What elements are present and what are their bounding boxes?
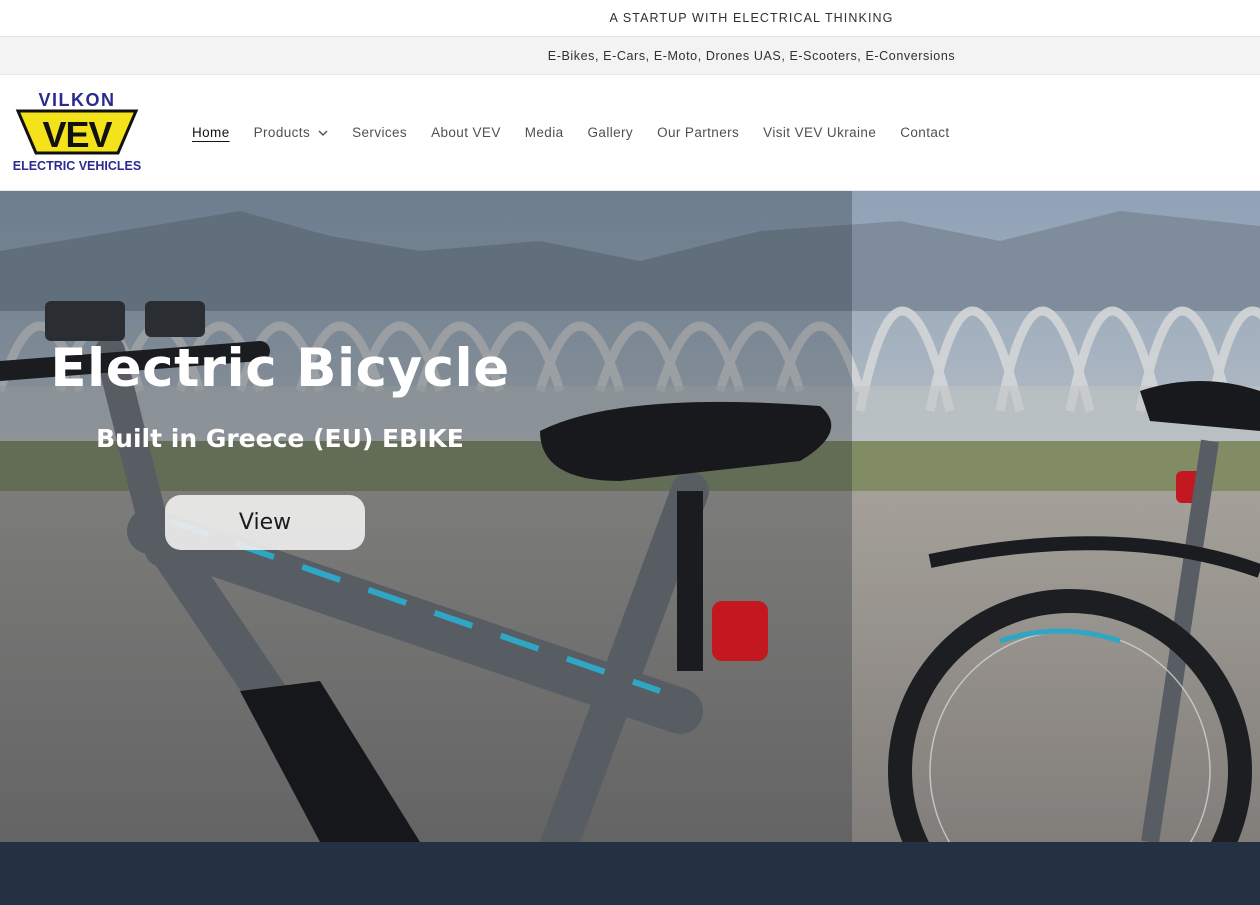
chevron-down-icon	[318, 130, 328, 136]
logo-badge-text: VEV	[42, 114, 112, 155]
vilkon-logo-graphic: VILKON VEV ELECTRIC VEHICLES	[13, 90, 142, 173]
hero-subtitle: Built in Greece (EU) EBIKE	[96, 424, 464, 453]
nav-label-about-vev: About VEV	[431, 125, 501, 140]
site-header: VILKON VEV ELECTRIC VEHICLES Home Produc…	[0, 75, 1260, 191]
nav-item-gallery[interactable]: Gallery	[576, 125, 646, 140]
nav-item-our-partners[interactable]: Our Partners	[645, 125, 751, 140]
nav-item-about-vev[interactable]: About VEV	[419, 125, 513, 140]
nav-label-visit-vev-ukraine: Visit VEV Ukraine	[763, 125, 877, 140]
hero-title: Electric Bicycle	[50, 338, 510, 399]
nav-label-contact: Contact	[900, 125, 950, 140]
announcement-tagline: A STARTUP WITH ELECTRICAL THINKING	[609, 11, 894, 25]
hero-view-button[interactable]: View	[165, 495, 365, 550]
site-logo[interactable]: VILKON VEV ELECTRIC VEHICLES	[12, 90, 142, 175]
nav-item-home[interactable]: Home	[180, 125, 242, 140]
announcement-categories: E-Bikes, E-Cars, E-Moto, Drones UAS, E-S…	[547, 48, 956, 63]
section-band	[0, 842, 1260, 905]
logo-bottom-text: ELECTRIC VEHICLES	[13, 159, 142, 173]
nav-item-services[interactable]: Services	[340, 125, 419, 140]
logo-top-text: VILKON	[38, 91, 115, 110]
nav-label-home: Home	[192, 125, 230, 140]
main-nav: Home Products Services About VEV Media G…	[180, 75, 962, 190]
nav-label-our-partners: Our Partners	[657, 125, 740, 140]
nav-label-media: Media	[524, 125, 564, 140]
hero-banner: Electric Bicycle Built in Greece (EU) EB…	[0, 191, 1260, 842]
announcement-bar: A STARTUP WITH ELECTRICAL THINKING	[0, 0, 1260, 37]
nav-label-products: Products	[253, 125, 311, 140]
nav-label-services: Services	[352, 125, 408, 140]
nav-item-media[interactable]: Media	[513, 125, 576, 140]
nav-label-gallery: Gallery	[587, 125, 634, 140]
nav-item-contact[interactable]: Contact	[888, 125, 961, 140]
nav-item-visit-vev-ukraine[interactable]: Visit VEV Ukraine	[751, 125, 888, 140]
nav-item-products[interactable]: Products	[242, 125, 340, 140]
announcement-categories-bar: E-Bikes, E-Cars, E-Moto, Drones UAS, E-S…	[0, 37, 1260, 75]
